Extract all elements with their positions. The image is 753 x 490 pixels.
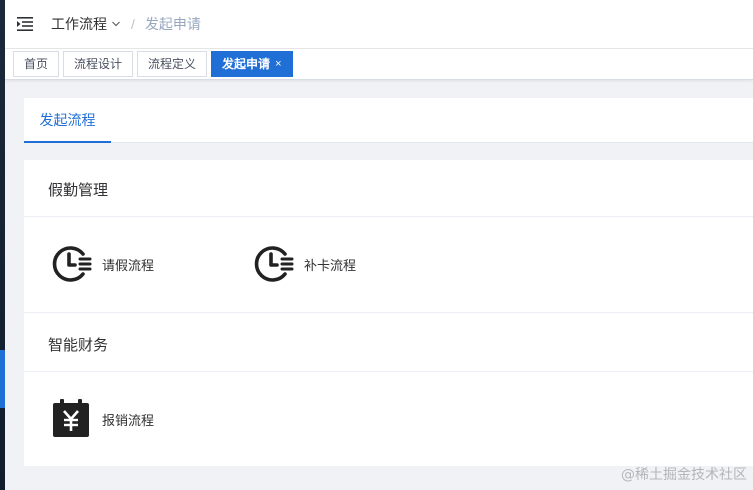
group-divider bbox=[24, 371, 753, 372]
breadcrumb-separator: / bbox=[131, 16, 135, 32]
tab-label: 发起流程 bbox=[39, 112, 96, 128]
tag-label: 首页 bbox=[24, 57, 49, 71]
sidebar-active-indicator bbox=[0, 350, 5, 408]
flow-item-reimbursement[interactable]: 报销流程 bbox=[50, 398, 154, 440]
hamburger-icon bbox=[17, 17, 33, 31]
flow-item-label: 报销流程 bbox=[102, 412, 155, 428]
flow-item-card-replacement[interactable]: 补卡流程 bbox=[252, 243, 356, 285]
yen-calendar-icon bbox=[50, 398, 92, 440]
flow-item-leave[interactable]: 请假流程 bbox=[50, 243, 154, 285]
watermark-text: @稀土掘金技术社区 bbox=[621, 467, 747, 483]
top-header: 工作流程 / 发起申请 bbox=[5, 0, 753, 49]
tag-home[interactable]: 首页 bbox=[13, 51, 60, 77]
tag-label: 流程设计 bbox=[74, 57, 123, 71]
tag-label: 发起申请 bbox=[222, 57, 271, 71]
flow-card: 假勤管理 请假流程 补卡流程 智能财务 报销流程 bbox=[24, 160, 753, 466]
breadcrumb: 工作流程 / 发起申请 bbox=[51, 14, 201, 34]
tab-start-flow[interactable]: 发起流程 bbox=[24, 98, 111, 142]
flow-item-label: 补卡流程 bbox=[304, 257, 357, 273]
group-divider bbox=[24, 216, 753, 217]
tabs-header: 发起流程 bbox=[24, 98, 753, 143]
tag-flow-design[interactable]: 流程设计 bbox=[63, 51, 134, 77]
tab-active-bar bbox=[24, 141, 111, 143]
breadcrumb-parent[interactable]: 工作流程 bbox=[51, 14, 121, 34]
breadcrumb-parent-label: 工作流程 bbox=[51, 16, 107, 32]
close-icon[interactable]: × bbox=[275, 51, 281, 77]
tag-label: 流程定义 bbox=[148, 57, 197, 71]
menu-toggle-button[interactable] bbox=[5, 0, 45, 48]
breadcrumb-current: 发起申请 bbox=[144, 16, 201, 32]
clock-list-icon bbox=[50, 243, 92, 285]
group-title-attendance: 假勤管理 bbox=[48, 182, 109, 199]
group-divider bbox=[24, 312, 753, 313]
tags-view-bar: 首页 流程设计 流程定义 发起申请 × bbox=[5, 49, 753, 80]
chevron-down-icon bbox=[112, 21, 120, 27]
flow-item-label: 请假流程 bbox=[102, 257, 155, 273]
clock-list-icon bbox=[252, 243, 294, 285]
group-title-finance: 智能财务 bbox=[48, 337, 109, 354]
tag-flow-definition[interactable]: 流程定义 bbox=[137, 51, 208, 77]
app-root: 工作流程 / 发起申请 首页 流程设计 流程定义 发起申请 × 发起流程 假勤管… bbox=[0, 0, 753, 490]
tag-start-application[interactable]: 发起申请 × bbox=[211, 51, 293, 77]
